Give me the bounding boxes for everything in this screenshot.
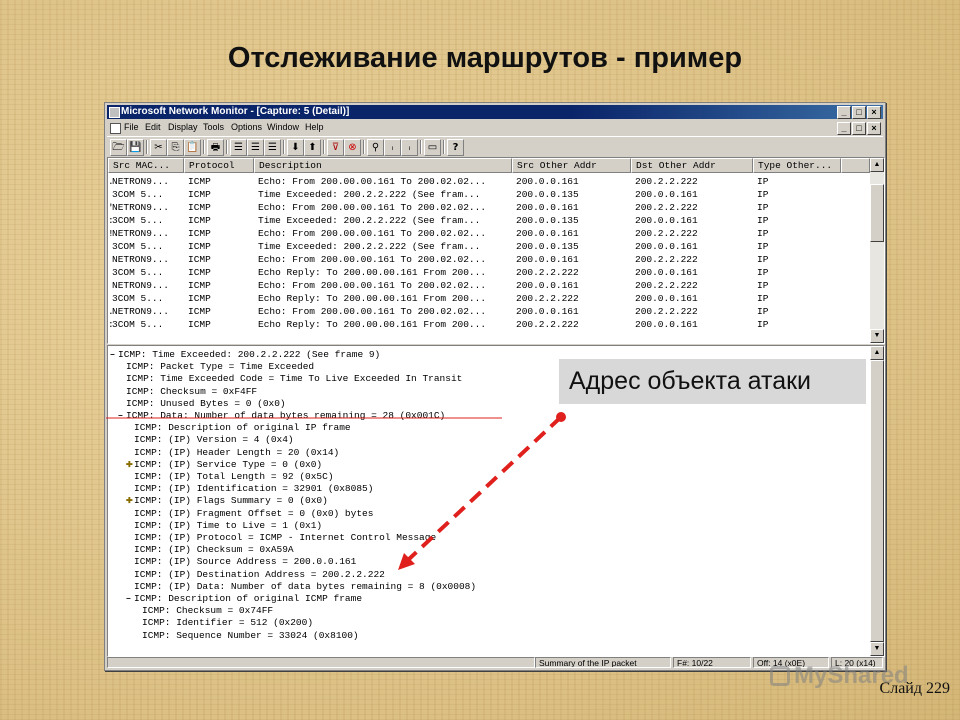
arrow-line bbox=[406, 415, 563, 562]
slide-number: Слайд 229 bbox=[879, 680, 950, 697]
watermark-logo-icon bbox=[770, 666, 790, 686]
callout-arrow bbox=[106, 412, 566, 570]
arrow-origin-dot bbox=[556, 412, 566, 422]
